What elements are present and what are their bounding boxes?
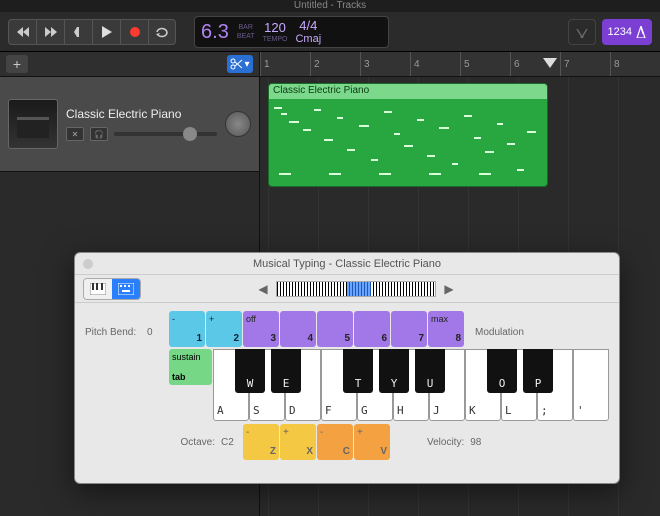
count-in-button[interactable]: 1234 [602, 19, 652, 45]
mini-piano-strip[interactable] [276, 281, 436, 297]
view-mode-segment [83, 278, 141, 300]
transport-group [8, 19, 176, 45]
mt-toolbar: ◀ ▶ [75, 275, 619, 303]
ruler-tick: 5 [460, 52, 510, 76]
octave-right-button[interactable]: ▶ [442, 282, 456, 296]
visible-octave-highlight [347, 282, 371, 296]
octave-value: C2 [221, 437, 243, 448]
piano-view-button[interactable] [84, 279, 112, 299]
modulation-key-6[interactable]: 6 [354, 311, 390, 347]
octave-key-V[interactable]: +V [354, 424, 390, 460]
close-window-button[interactable] [83, 259, 93, 269]
metronome-icon [636, 26, 646, 38]
tuner-button[interactable] [568, 19, 596, 45]
toolbar: 6.3 BARBEAT 120TEMPO 4/4Cmaj 1234 [0, 12, 660, 52]
ruler-tick: 1 [260, 52, 310, 76]
play-button[interactable] [92, 19, 120, 45]
rewind-button[interactable] [8, 19, 36, 45]
octave-left-button[interactable]: ◀ [256, 282, 270, 296]
piano-keys: ASDFGHJKL;'WETYUOP [213, 349, 609, 421]
black-key-P[interactable]: P [523, 349, 553, 393]
modulation-key-7[interactable]: 7 [391, 311, 427, 347]
add-track-button[interactable]: + [6, 55, 28, 73]
octave-label: Octave: [171, 437, 221, 448]
modulation-key-8[interactable]: max8 [428, 311, 464, 347]
ruler-tick: 4 [410, 52, 460, 76]
record-button[interactable] [120, 19, 148, 45]
scissors-button[interactable]: ▾ [227, 55, 253, 73]
track-name: Classic Electric Piano [66, 107, 217, 121]
octave-overview: ◀ ▶ [147, 281, 565, 297]
black-key-U[interactable]: U [415, 349, 445, 393]
track-header[interactable]: Classic Electric Piano ✕ 🎧 [0, 77, 260, 172]
ruler-tick: 3 [360, 52, 410, 76]
octave-key-Z[interactable]: -Z [243, 424, 279, 460]
musical-typing-window[interactable]: Musical Typing - Classic Electric Piano … [74, 252, 620, 484]
mute-button[interactable]: ✕ [66, 127, 84, 141]
ruler-tick: 7 [560, 52, 610, 76]
pan-knob[interactable] [225, 111, 251, 137]
modulation-key-2[interactable]: +2 [206, 311, 242, 347]
pitch-bend-value: 0 [147, 311, 169, 338]
sustain-key[interactable]: sustain tab [169, 349, 212, 385]
black-key-W[interactable]: W [235, 349, 265, 393]
count-in-label: 1234 [608, 26, 632, 38]
octave-key-C[interactable]: -C [317, 424, 353, 460]
black-key-T[interactable]: T [343, 349, 373, 393]
velocity-label: Velocity: [427, 437, 470, 448]
white-key-'[interactable]: ' [573, 349, 609, 421]
window-titlebar: Untitled - Tracks [0, 0, 660, 12]
cycle-button[interactable] [148, 19, 176, 45]
modulation-key-5[interactable]: 5 [317, 311, 353, 347]
region-notes [269, 99, 547, 186]
track-header-toolbar: + ▾ [0, 52, 260, 77]
modulation-key-1[interactable]: -1 [169, 311, 205, 347]
timeline-ruler[interactable]: 1 2 3 4 5 6 7 8 [260, 52, 660, 77]
region-name: Classic Electric Piano [269, 84, 547, 99]
ruler-tick: 8 [610, 52, 660, 76]
midi-region[interactable]: Classic Electric Piano [268, 83, 548, 187]
solo-button[interactable]: 🎧 [90, 127, 108, 141]
ruler-tick: 2 [310, 52, 360, 76]
pitch-bend-label: Pitch Bend: [85, 311, 147, 338]
volume-slider[interactable] [114, 132, 217, 136]
mt-title: Musical Typing - Classic Electric Piano [253, 258, 441, 270]
modulation-key-4[interactable]: 4 [280, 311, 316, 347]
black-key-O[interactable]: O [487, 349, 517, 393]
track-instrument-icon[interactable] [8, 99, 58, 149]
modulation-label: Modulation [465, 311, 524, 338]
mt-titlebar[interactable]: Musical Typing - Classic Electric Piano [75, 253, 619, 275]
velocity-value: 98 [470, 437, 481, 448]
typing-view-button[interactable] [112, 279, 140, 299]
window-title: Untitled - Tracks [294, 0, 366, 11]
black-key-Y[interactable]: Y [379, 349, 409, 393]
modulation-key-3[interactable]: off3 [243, 311, 279, 347]
octave-key-X[interactable]: +X [280, 424, 316, 460]
forward-button[interactable] [36, 19, 64, 45]
black-key-E[interactable]: E [271, 349, 301, 393]
stop-button[interactable] [64, 19, 92, 45]
lcd-display[interactable]: 6.3 BARBEAT 120TEMPO 4/4Cmaj [194, 16, 389, 48]
